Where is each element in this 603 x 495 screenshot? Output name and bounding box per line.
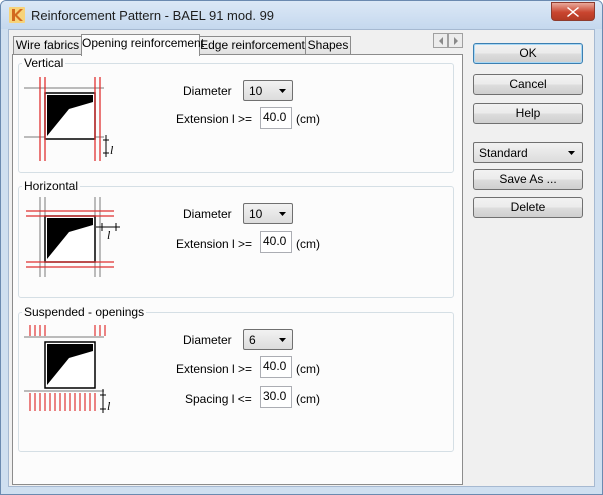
vertical-dimension-label: l bbox=[110, 143, 114, 157]
horizontal-diameter-select[interactable]: 10 bbox=[243, 203, 293, 224]
horizontal-reinforcement-diagram: l bbox=[26, 197, 120, 277]
vertical-extension-unit: (cm) bbox=[296, 112, 320, 126]
tab-scroll-right[interactable] bbox=[448, 33, 463, 48]
close-button[interactable] bbox=[551, 2, 595, 21]
group-title-suspended: Suspended - openings bbox=[22, 305, 147, 319]
horizontal-dimension-label: l bbox=[107, 228, 111, 242]
vertical-extension-label: Extension l >= bbox=[176, 112, 253, 126]
cancel-button[interactable]: Cancel bbox=[473, 74, 583, 95]
suspended-reinforcement-diagram: l bbox=[24, 325, 111, 413]
suspended-spacing-unit: (cm) bbox=[296, 392, 320, 406]
tab-panel: Vertical l Diameter 10 Extension l >= 40… bbox=[12, 54, 463, 485]
vertical-reinforcement-diagram: l bbox=[24, 77, 114, 161]
suspended-dimension-label: l bbox=[107, 399, 111, 413]
suspended-diameter-select[interactable]: 6 bbox=[243, 329, 293, 350]
group-title-horizontal: Horizontal bbox=[22, 179, 81, 193]
preset-select[interactable]: Standard bbox=[473, 142, 583, 163]
ok-button[interactable]: OK bbox=[473, 43, 583, 64]
tab-scroll-left[interactable] bbox=[433, 33, 448, 48]
tab-edge-reinforcement[interactable]: Edge reinforcement bbox=[199, 36, 306, 54]
chevron-down-icon bbox=[279, 89, 286, 93]
suspended-diameter-label: Diameter bbox=[183, 333, 232, 347]
suspended-spacing-label: Spacing l <= bbox=[185, 392, 252, 406]
suspended-openings-group: Suspended - openings l Diameter 6 Extens… bbox=[18, 305, 454, 452]
vertical-diameter-label: Diameter bbox=[183, 84, 232, 98]
tab-wire-fabrics[interactable]: Wire fabrics bbox=[13, 36, 82, 54]
dialog-client: Wire fabrics Opening reinforcement Edge … bbox=[8, 29, 595, 487]
tab-shapes[interactable]: Shapes bbox=[305, 36, 351, 54]
save-as-button[interactable]: Save As ... bbox=[473, 169, 583, 190]
chevron-down-icon bbox=[568, 151, 575, 155]
horizontal-diameter-label: Diameter bbox=[183, 207, 232, 221]
suspended-extension-unit: (cm) bbox=[296, 362, 320, 376]
tab-opening-reinforcement[interactable]: Opening reinforcement bbox=[81, 34, 204, 56]
suspended-extension-input[interactable]: 40.0 bbox=[260, 356, 292, 378]
vertical-group: Vertical l Diameter 10 Extension l >= 40… bbox=[18, 56, 454, 173]
suspended-extension-label: Extension l >= bbox=[176, 362, 253, 376]
suspended-spacing-input[interactable]: 30.0 bbox=[260, 386, 292, 408]
horizontal-extension-label: Extension l >= bbox=[176, 237, 253, 251]
chevron-right-icon bbox=[454, 37, 458, 45]
vertical-diameter-select[interactable]: 10 bbox=[243, 80, 293, 101]
close-icon bbox=[567, 7, 579, 17]
robot-logo-icon bbox=[9, 7, 25, 23]
chevron-down-icon bbox=[279, 338, 286, 342]
help-button[interactable]: Help bbox=[473, 103, 583, 124]
chevron-down-icon bbox=[279, 212, 286, 216]
title-bar[interactable]: Reinforcement Pattern - BAEL 91 mod. 99 bbox=[1, 1, 602, 29]
dialog-window: Reinforcement Pattern - BAEL 91 mod. 99 … bbox=[0, 0, 603, 495]
window-title: Reinforcement Pattern - BAEL 91 mod. 99 bbox=[31, 8, 275, 23]
chevron-left-icon bbox=[439, 37, 443, 45]
delete-button[interactable]: Delete bbox=[473, 197, 583, 218]
vertical-extension-input[interactable]: 40.0 bbox=[260, 107, 292, 129]
horizontal-extension-input[interactable]: 40.0 bbox=[260, 231, 292, 253]
horizontal-group: Horizontal l Diameter 10 Extension l >= … bbox=[18, 179, 454, 298]
group-title-vertical: Vertical bbox=[22, 56, 66, 70]
horizontal-extension-unit: (cm) bbox=[296, 237, 320, 251]
